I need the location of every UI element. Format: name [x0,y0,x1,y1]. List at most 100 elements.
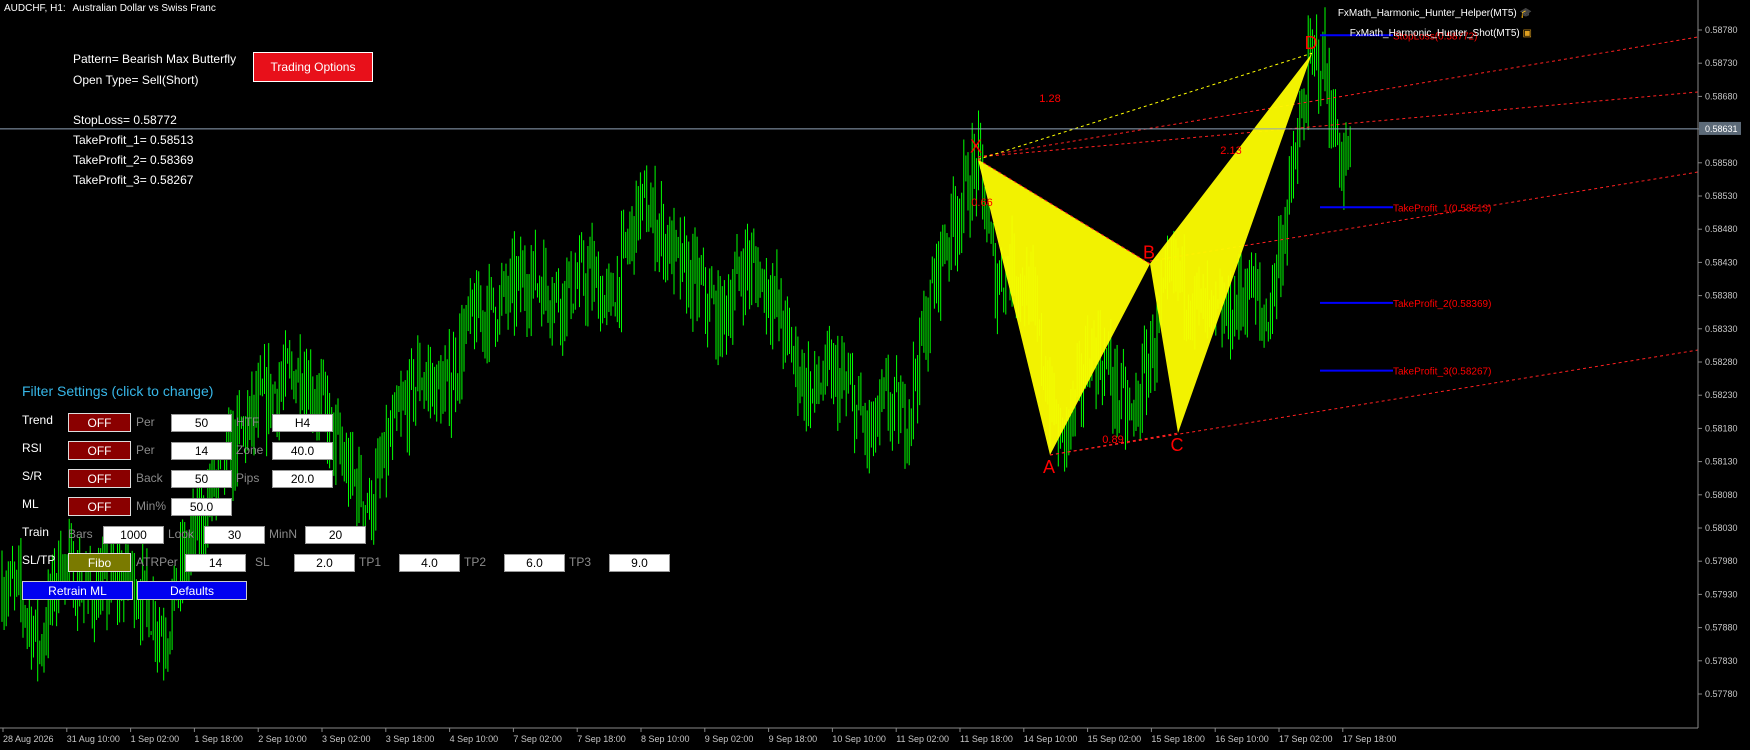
train-bars-label: Bars [68,527,93,541]
defaults-button[interactable]: Defaults [137,581,247,600]
takeprofit1-label: TakeProfit_1= 0.58513 [73,133,194,147]
ml-min-field[interactable]: 50.0 [171,498,232,516]
takeprofit3-label: TakeProfit_3= 0.58267 [73,173,194,187]
time-label: 10 Sep 10:00 [832,734,886,744]
note-icon: ▣ [1522,28,1532,39]
time-label: 7 Sep 02:00 [513,734,562,744]
current-price-label: 0.58631 [1705,124,1738,134]
train-look-label: Look [168,527,195,541]
time-label: 31 Aug 10:00 [67,734,120,744]
tp1-field[interactable]: 4.0 [399,554,460,572]
ratio-xa-label: 0.66 [971,197,992,209]
sr-label: S/R [22,469,43,483]
price-label: 0.58480 [1705,224,1738,234]
trend-htf-field[interactable]: H4 [272,414,333,432]
point-c-label: C [1171,435,1184,455]
time-label: 3 Sep 02:00 [322,734,371,744]
ratio-bd-label: 2.13 [1220,145,1241,157]
price-label: 0.58280 [1705,357,1738,367]
ratio-ac-label: 0.89 [1102,434,1123,446]
sltp-mode-toggle[interactable]: Fibo [68,553,131,572]
trend-label: Trend [22,413,53,427]
tp2-label: TP2 [464,555,487,569]
price-chart[interactable]: X A B C D 1.28 2.13 0.66 0.89 StopLoss(0.58772)T… [0,0,1750,750]
time-label: 9 Sep 02:00 [705,734,754,744]
rsi-zone-field[interactable]: 40.0 [272,442,333,460]
price-label: 0.58380 [1705,291,1738,301]
time-label: 2 Sep 10:00 [258,734,307,744]
tp1-label: TP1 [359,555,382,569]
sr-back-field[interactable]: 50 [171,470,232,488]
ml-toggle[interactable]: OFF [68,497,131,516]
sl-label: SL [255,555,270,569]
price-label: 0.58580 [1705,158,1738,168]
time-label: 17 Sep 02:00 [1279,734,1333,744]
price-label: 0.58080 [1705,490,1738,500]
train-look-field[interactable]: 30 [204,526,265,544]
train-minn-label: MinN [269,527,298,541]
level-lines: StopLoss(0.58772)TakeProfit_1(0.58513)Ta… [0,31,1698,378]
price-label: 0.58730 [1705,58,1738,68]
sr-back-label: Back [136,471,163,485]
tp2-field[interactable]: 6.0 [504,554,565,572]
time-label: 9 Sep 18:00 [769,734,818,744]
time-label: 4 Sep 10:00 [450,734,499,744]
sr-pips-field[interactable]: 20.0 [272,470,333,488]
point-x-label: X [970,136,982,156]
price-label: 0.58030 [1705,523,1738,533]
train-bars-field[interactable]: 1000 [103,526,164,544]
time-label: 11 Sep 02:00 [896,734,949,744]
atr-per-field[interactable]: 14 [185,554,246,572]
stoploss-label: StopLoss= 0.58772 [73,113,177,127]
price-label: 0.58230 [1705,390,1738,400]
price-label: 0.57830 [1705,656,1738,666]
time-label: 11 Sep 18:00 [960,734,1013,744]
indicator-item[interactable]: FxMath_Harmonic_Hunter_Helper(MT5) 🎓 [1338,8,1532,22]
time-label: 15 Sep 02:00 [1088,734,1142,744]
time-axis: 28 Aug 2026 31 Aug 10:00 1 Sep 02:00 1 Sep … [2,728,1396,744]
time-label: 14 Sep 10:00 [1024,734,1078,744]
filter-settings-title[interactable]: Filter Settings (click to change) [22,383,213,399]
chart-title: AUDCHF, H1: Australian Dollar vs Swiss F… [4,3,216,14]
channel-line [1049,349,1699,456]
takeprofit3-level-label: TakeProfit_3(0.58267) [1393,367,1491,378]
train-minn-field[interactable]: 20 [305,526,366,544]
price-label: 0.57780 [1705,689,1738,699]
tp3-field[interactable]: 9.0 [609,554,670,572]
time-label: 28 Aug 2026 [3,734,54,744]
channel-line [977,91,1699,158]
trading-options-button[interactable]: Trading Options [253,52,373,82]
rsi-zone-label: Zone [236,443,264,457]
train-label: Train [22,525,49,539]
ratio-xb-label: 1.28 [1039,93,1060,105]
time-label: 15 Sep 18:00 [1151,734,1205,744]
ml-label: ML [22,497,39,511]
symbol-description: Australian Dollar vs Swiss Franc [72,3,216,14]
sr-toggle[interactable]: OFF [68,469,131,488]
time-label: 1 Sep 02:00 [131,734,180,744]
price-label: 0.58180 [1705,423,1738,433]
symbol-label: AUDCHF, H1: [4,3,66,14]
price-label: 0.57980 [1705,556,1738,566]
takeprofit2-label: TakeProfit_2= 0.58369 [73,153,194,167]
sr-pips-label: Pips [236,471,260,485]
price-label: 0.57930 [1705,589,1738,599]
takeprofit1-level-label: TakeProfit_1(0.58513) [1393,203,1491,214]
price-label: 0.58130 [1705,457,1738,467]
rsi-per-field[interactable]: 14 [171,442,232,460]
time-label: 3 Sep 18:00 [386,734,435,744]
pattern-label: Pattern= Bearish Max Butterfly [73,52,237,66]
trend-per-field[interactable]: 50 [171,414,232,432]
price-label: 0.58780 [1705,25,1738,35]
sl-field[interactable]: 2.0 [294,554,355,572]
price-label: 0.58430 [1705,257,1738,267]
takeprofit2-level-label: TakeProfit_2(0.58369) [1393,299,1491,310]
rsi-toggle[interactable]: OFF [68,441,131,460]
trend-toggle[interactable]: OFF [68,413,131,432]
time-label: 8 Sep 10:00 [641,734,690,744]
retrain-ml-button[interactable]: Retrain ML [22,581,133,600]
time-label: 1 Sep 18:00 [194,734,243,744]
indicator-item[interactable]: FxMath_Harmonic_Hunter_Shot(MT5) ▣ [1338,28,1532,42]
trend-per-label: Per [136,415,155,429]
point-d-label: D [1305,33,1318,53]
